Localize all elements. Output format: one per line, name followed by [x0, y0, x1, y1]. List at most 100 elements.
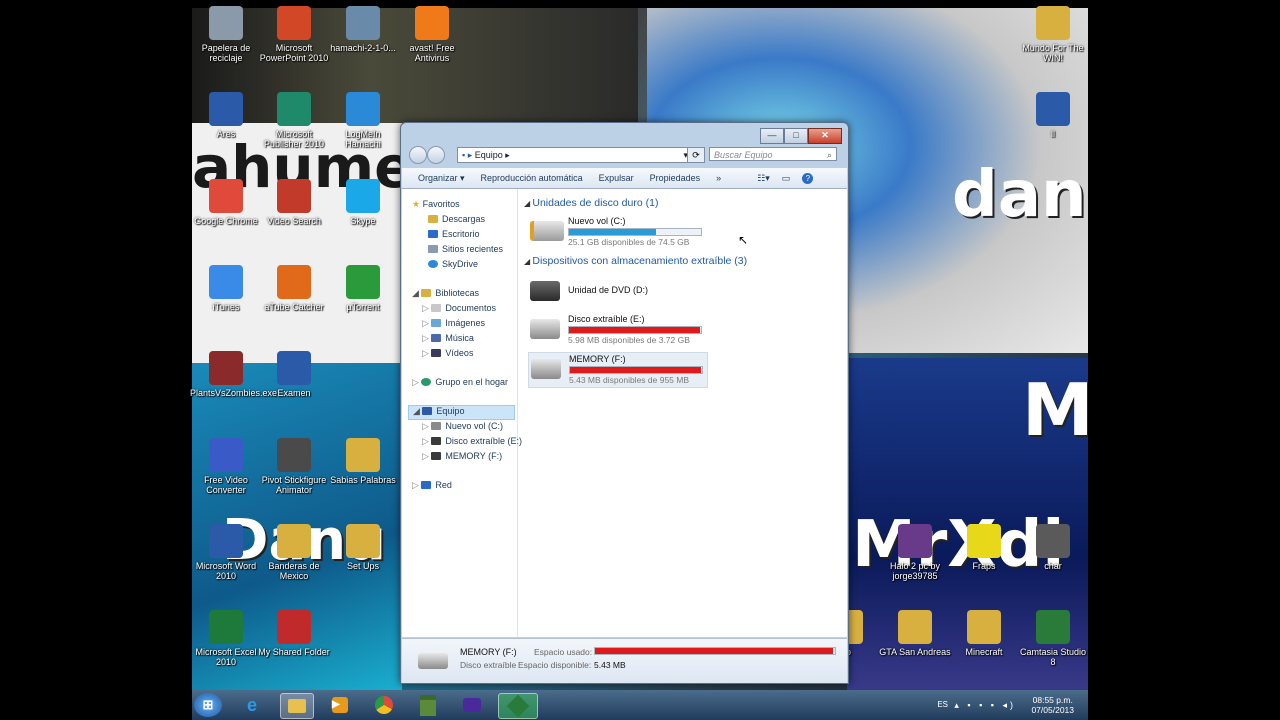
expand-icon[interactable]: ▷ — [422, 436, 431, 446]
nav-item-music[interactable]: ▷ Música — [422, 333, 474, 344]
desktop-icon-item[interactable]: Banderas de Mexico — [258, 524, 330, 581]
organize-button[interactable]: Organizar ▾ — [418, 173, 465, 184]
drive-usage-bar — [568, 228, 702, 236]
desktop-icon-item[interactable]: Skype — [327, 179, 399, 226]
expand-icon[interactable]: ▷ — [412, 377, 421, 387]
expand-icon[interactable]: ▷ — [422, 348, 431, 358]
desktop-icon-item[interactable]: Camtasia Studio 8 — [1017, 610, 1089, 667]
desktop-icon-label: Video Search — [267, 216, 321, 226]
media-player-icon[interactable]: ▶ — [324, 693, 356, 717]
camtasia-icon[interactable] — [498, 693, 538, 719]
desktop-icon-item[interactable]: Microsoft Excel 2010 — [190, 610, 262, 667]
view-options-icon[interactable]: ☷▾ — [757, 173, 770, 184]
desktop-icon-item[interactable]: Papelera de reciclaje — [190, 6, 262, 63]
desktop-icon-item[interactable]: ll — [1017, 92, 1089, 139]
nav-favorites[interactable]: ★ Favoritos — [412, 199, 460, 210]
desktop-icon-item[interactable]: Microsoft Publisher 2010 — [258, 92, 330, 149]
nav-item-drive-f[interactable]: ▷ MEMORY (F:) — [422, 451, 502, 462]
desktop-icon-item[interactable]: char — [1017, 524, 1089, 571]
expand-icon[interactable]: ▷ — [422, 421, 431, 431]
nav-item-videos[interactable]: ▷ Vídeos — [422, 348, 473, 359]
drive-free-space: 5.98 MB disponibles de 3.72 GB — [568, 335, 690, 345]
address-bar[interactable]: ▪ ▸ Equipo ▸ ▾ — [457, 147, 693, 163]
expand-icon[interactable]: ◢ — [413, 406, 422, 416]
desktop-icon-item[interactable]: Minecraft — [948, 610, 1020, 657]
desktop-icon-item[interactable]: LogMeIn Hamachi — [327, 92, 399, 149]
drive-d[interactable]: Unidad de DVD (D:) — [528, 275, 706, 309]
nav-item-skydrive[interactable]: SkyDrive — [428, 259, 478, 269]
desktop-icon-item[interactable]: µTorrent — [327, 265, 399, 312]
desktop-icon-item[interactable]: Video Search — [258, 179, 330, 226]
desktop-icon-item[interactable]: Sabias Palabras — [327, 438, 399, 485]
drive-f[interactable]: MEMORY (F:) 5.43 MB disponibles de 955 M… — [528, 352, 708, 388]
desktop-icon-item[interactable]: Microsoft PowerPoint 2010 — [258, 6, 330, 63]
nav-item-documents[interactable]: ▷ Documentos — [422, 303, 496, 314]
maximize-button[interactable]: □ — [784, 128, 808, 144]
desktop-icon-item[interactable]: Fraps — [948, 524, 1020, 571]
properties-button[interactable]: Propiedades — [650, 173, 701, 183]
nav-computer[interactable]: ◢ Equipo — [408, 405, 515, 420]
expand-icon[interactable]: ▷ — [422, 303, 431, 313]
desktop-icon-item[interactable]: Halo 2 pc by jorge39785 — [879, 524, 951, 581]
preview-pane-icon[interactable]: ▭ — [782, 173, 791, 184]
desktop-icon-item[interactable]: iTunes — [190, 265, 262, 312]
drive-e[interactable]: Disco extraíble (E:) 5.98 MB disponibles… — [528, 313, 706, 347]
desktop-icon-item[interactable]: hamachi-2-1-0... — [327, 6, 399, 53]
desktop-icon-item[interactable]: Free Video Converter — [190, 438, 262, 495]
tray-icons[interactable]: ▴ ▪ ▪ ▪ ◂) — [954, 700, 1016, 711]
minecraft-icon[interactable] — [412, 693, 444, 717]
desktop-icon-item[interactable]: My Shared Folder — [258, 610, 330, 657]
expand-icon[interactable]: ▷ — [422, 318, 431, 328]
autoplay-button[interactable]: Reproducción automática — [481, 173, 583, 183]
nav-libraries[interactable]: ◢ Bibliotecas — [412, 288, 479, 299]
nav-network[interactable]: ▷ Red — [412, 480, 452, 491]
back-button[interactable] — [409, 146, 427, 164]
expand-icon[interactable]: ▷ — [412, 480, 421, 490]
nav-item-drive-e[interactable]: ▷ Disco extraíble (E:) — [422, 436, 522, 447]
nav-item-drive-c[interactable]: ▷ Nuevo vol (C:) — [422, 421, 503, 432]
desktop-icon-label: PlantsVsZombies.exe — [190, 388, 278, 398]
nav-item-downloads[interactable]: Descargas — [428, 214, 485, 224]
eject-button[interactable]: Expulsar — [599, 173, 634, 183]
refresh-button[interactable]: ⟳ — [687, 147, 705, 163]
desktop-icon-item[interactable]: Pivot Stickfigure Animator — [258, 438, 330, 495]
utorrent-icon — [346, 265, 380, 299]
clock[interactable]: 08:55 p.m. 07/05/2013 — [1031, 695, 1074, 715]
desktop-icon-item[interactable]: GTA San Andreas — [879, 610, 951, 657]
expand-icon[interactable]: ◢ — [412, 288, 421, 298]
help-icon[interactable]: ? — [802, 172, 814, 184]
more-commands-button[interactable]: » — [716, 173, 721, 183]
desktop-icon-item[interactable]: Set Ups — [327, 524, 399, 571]
search-input[interactable]: Buscar Equipo ⌕ — [709, 147, 837, 161]
desktop-icon-item[interactable]: Mundo For The WIN! — [1017, 6, 1089, 63]
section-hard-drives[interactable]: ◢ Unidades de disco duro (1) — [524, 197, 658, 209]
desktop-icon-item[interactable]: PlantsVsZombies.exe — [190, 351, 278, 398]
chrome-icon[interactable] — [368, 693, 400, 717]
expand-icon[interactable]: ▷ — [422, 333, 431, 343]
language-indicator[interactable]: ES — [937, 700, 948, 709]
nav-item-pictures[interactable]: ▷ Imágenes — [422, 318, 485, 329]
drive-c[interactable]: Nuevo vol (C:) 25.1 GB disponibles de 74… — [528, 215, 706, 249]
start-orb-icon[interactable]: ⊞ — [194, 693, 222, 717]
nav-item-recent[interactable]: Sitios recientes — [428, 244, 503, 254]
desktop-icon-item[interactable]: Google Chrome — [190, 179, 262, 226]
forward-button[interactable] — [427, 146, 445, 164]
nav-item-desktop[interactable]: Escritorio — [428, 229, 480, 239]
expand-icon[interactable]: ▷ — [422, 451, 431, 461]
close-button[interactable]: ✕ — [808, 128, 842, 144]
explorer-icon[interactable] — [280, 693, 314, 719]
explorer-window[interactable]: — □ ✕ ▪ ▸ Equipo ▸ ▾ ⟳ Buscar Equipo ⌕ O… — [400, 122, 849, 684]
nav-homegroup[interactable]: ▷ Grupo en el hogar — [412, 377, 508, 388]
desktop-icon-item[interactable]: avast! Free Antivirus — [396, 6, 468, 63]
desktop-icon-item[interactable]: Examen — [258, 351, 330, 398]
address-text: Equipo — [474, 150, 503, 160]
game-icon[interactable] — [456, 693, 488, 717]
desktop-icon-item[interactable]: aTube Catcher — [258, 265, 330, 312]
desktop-icon-item[interactable]: Microsoft Word 2010 — [190, 524, 262, 581]
hard-drive-icon — [431, 422, 442, 430]
minimize-button[interactable]: — — [760, 128, 784, 144]
desktop-icon-label: aTube Catcher — [264, 302, 324, 312]
internet-explorer-icon[interactable]: e — [236, 693, 268, 717]
section-removable[interactable]: ◢ Dispositivos con almacenamiento extraí… — [524, 255, 747, 267]
desktop-icon-item[interactable]: Ares — [190, 92, 262, 139]
